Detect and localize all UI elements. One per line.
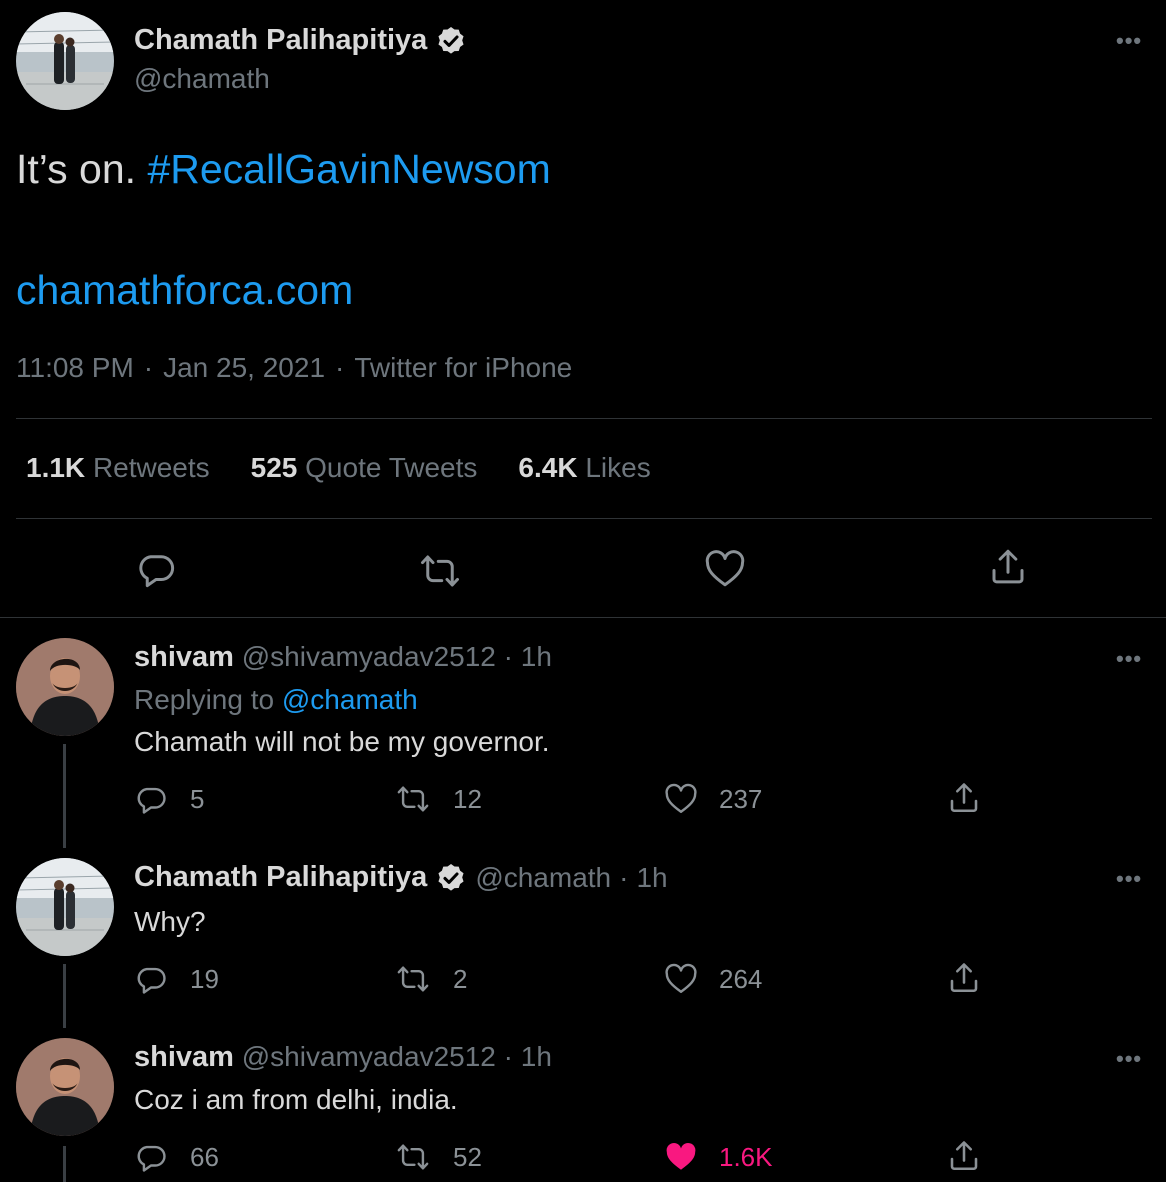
like-count: 264 xyxy=(719,964,763,994)
reply-text: Coz i am from delhi, india. xyxy=(134,1084,458,1115)
share-icon[interactable] xyxy=(946,780,982,816)
reply-header: Chamath Palihapitiya @chamath · 1h xyxy=(134,861,668,894)
reply-avatar[interactable] xyxy=(16,638,114,736)
meta-separator: · xyxy=(143,352,154,383)
reply-time[interactable]: 1h xyxy=(636,862,667,894)
retweet-icon[interactable] xyxy=(395,782,431,816)
reply-author-name[interactable]: shivam xyxy=(134,1041,234,1073)
author-handle[interactable]: @chamath xyxy=(134,63,270,95)
reply-icon[interactable] xyxy=(134,1140,168,1174)
retweet-count: 12 xyxy=(453,784,482,814)
tweet-time[interactable]: 11:08 PM xyxy=(16,352,134,384)
divider xyxy=(16,418,1152,419)
share-icon[interactable] xyxy=(987,546,1029,588)
tweet-date[interactable]: Jan 25, 2021 xyxy=(163,352,325,384)
divider xyxy=(16,518,1152,519)
share-icon[interactable] xyxy=(946,960,982,996)
reply-icon[interactable] xyxy=(134,782,168,816)
more-options-icon[interactable]: ••• xyxy=(1116,646,1142,672)
reply-icon[interactable] xyxy=(135,548,177,590)
meta-separator: · xyxy=(503,641,513,672)
quote-tweets-stat[interactable]: 525 Quote Tweets xyxy=(251,452,478,484)
divider xyxy=(0,617,1166,618)
reply-header: shivam @shivamyadav2512 · 1h xyxy=(134,641,552,674)
tweet-source[interactable]: Twitter for iPhone xyxy=(354,352,572,384)
verified-badge-icon xyxy=(435,862,467,894)
reply-handle[interactable]: @shivamyadav2512 xyxy=(242,641,496,672)
reply-icon[interactable] xyxy=(134,962,168,996)
reply-count: 5 xyxy=(190,784,205,814)
like-count: 237 xyxy=(719,784,763,814)
more-options-icon[interactable]: ••• xyxy=(1116,28,1142,54)
like-active-icon[interactable] xyxy=(663,1140,699,1174)
meta-separator: · xyxy=(503,1041,513,1072)
author-avatar[interactable] xyxy=(16,12,114,110)
retweet-icon[interactable] xyxy=(395,962,431,996)
reply-text: Why? xyxy=(134,906,206,937)
reply-time[interactable]: 1h xyxy=(521,1041,552,1072)
author-name[interactable]: Chamath Palihapitiya xyxy=(134,24,427,57)
share-icon[interactable] xyxy=(946,1138,982,1174)
reply-author-name[interactable]: Chamath Palihapitiya xyxy=(134,861,427,894)
like-icon[interactable] xyxy=(663,782,699,816)
retweet-count: 52 xyxy=(453,1142,482,1172)
reply-time[interactable]: 1h xyxy=(521,641,552,672)
reply-count: 66 xyxy=(190,1142,219,1172)
hashtag-link[interactable]: #RecallGavinNewsom xyxy=(147,146,550,192)
tweet-text: It’s on. #RecallGavinNewsom xyxy=(16,146,551,193)
tweet-stats: 1.1K Retweets 525 Quote Tweets 6.4K Like… xyxy=(26,452,651,484)
reply-avatar[interactable] xyxy=(16,858,114,956)
author-name-row[interactable]: Chamath Palihapitiya xyxy=(134,24,467,57)
replying-to-label: Replying to xyxy=(134,684,275,715)
replying-to-handle[interactable]: @chamath xyxy=(282,684,418,715)
retweets-stat[interactable]: 1.1K Retweets xyxy=(26,452,210,484)
meta-separator: · xyxy=(335,352,345,383)
like-count: 1.6K xyxy=(719,1142,773,1172)
reply-count: 19 xyxy=(190,964,219,994)
reply-header: shivam @shivamyadav2512 · 1h xyxy=(134,1041,552,1074)
more-options-icon[interactable]: ••• xyxy=(1116,1046,1142,1072)
likes-stat[interactable]: 6.4K Likes xyxy=(518,452,650,484)
reply-author-name[interactable]: shivam xyxy=(134,641,234,673)
tweet-url-link[interactable]: chamathforca.com xyxy=(16,267,353,314)
thread-line xyxy=(63,744,66,848)
replying-to: Replying to @chamath xyxy=(134,684,418,716)
like-icon[interactable] xyxy=(663,962,699,996)
reply-handle[interactable]: @chamath xyxy=(475,862,611,894)
verified-badge-icon xyxy=(435,25,467,57)
reply-text: Chamath will not be my governor. xyxy=(134,726,550,757)
thread-line xyxy=(63,1146,66,1182)
thread-line xyxy=(63,964,66,1028)
reply-handle[interactable]: @shivamyadav2512 xyxy=(242,1041,496,1072)
retweet-count: 2 xyxy=(453,964,468,994)
retweet-icon[interactable] xyxy=(395,1140,431,1174)
tweet-meta: 11:08 PM · Jan 25, 2021 · Twitter for iP… xyxy=(16,352,572,384)
tweet-text-plain: It’s on. xyxy=(16,146,137,192)
like-icon[interactable] xyxy=(704,548,746,590)
more-options-icon[interactable]: ••• xyxy=(1116,866,1142,892)
meta-separator: · xyxy=(619,861,629,893)
reply-avatar[interactable] xyxy=(16,1038,114,1136)
retweet-icon[interactable] xyxy=(418,550,462,592)
